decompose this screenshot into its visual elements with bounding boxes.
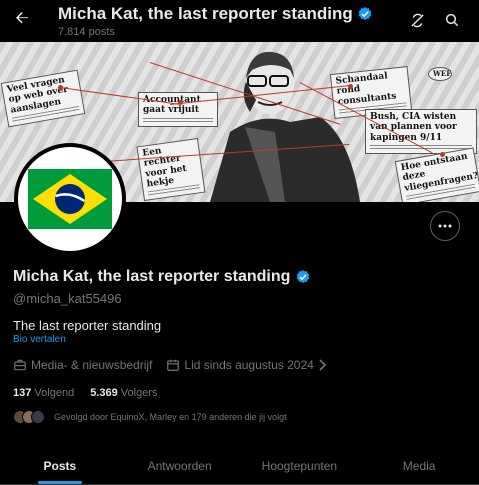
grok-icon xyxy=(410,13,424,27)
banner-pin xyxy=(58,85,63,90)
banner-clipping: Een rechter voor het hekje xyxy=(136,137,206,202)
profile-joined[interactable]: Lid sinds augustus 2024 xyxy=(166,358,327,372)
briefcase-icon xyxy=(14,359,26,371)
tab-replies[interactable]: Antwoorden xyxy=(120,447,240,484)
profile-name: Micha Kat, the last reporter standing xyxy=(13,268,311,286)
avatar-image xyxy=(18,147,122,251)
header-title: Micha Kat, the last reporter standing xyxy=(58,4,373,24)
banner-pin xyxy=(440,152,445,157)
profile-tabs: Posts Antwoorden Hoogtepunten Media xyxy=(0,447,479,485)
back-button[interactable] xyxy=(8,4,36,32)
verified-badge-icon xyxy=(358,7,372,21)
following-count: 137 xyxy=(13,387,32,399)
arrow-left-icon xyxy=(16,12,28,24)
clipping-text: Accountant gaat vrijuit xyxy=(143,95,201,116)
followers-link[interactable]: 5.369 Volgers xyxy=(90,387,157,399)
following-label: Volgend xyxy=(34,387,75,399)
more-options-button[interactable] xyxy=(430,211,460,241)
followers-count: 5.369 xyxy=(90,387,118,399)
tab-posts[interactable]: Posts xyxy=(0,447,120,484)
grok-button[interactable] xyxy=(405,8,429,32)
clipping-text: Een rechter voor het hekje xyxy=(141,146,188,190)
search-icon xyxy=(445,13,459,27)
brazil-flag-icon xyxy=(28,169,112,229)
profile-avatar[interactable] xyxy=(14,143,126,255)
profile-handle: @micha_kat55496 xyxy=(13,291,122,306)
tab-highlights[interactable]: Hoogtepunten xyxy=(240,447,360,484)
follow-stats: 137 Volgend 5.369 Volgers xyxy=(13,387,157,399)
verified-badge-icon[interactable] xyxy=(295,269,311,285)
banner-clipping: WEF xyxy=(428,67,452,82)
category-text: Media- & nieuwsbedrijf xyxy=(31,358,153,372)
joined-text: Lid sinds augustus 2024 xyxy=(184,358,314,372)
banner-pin xyxy=(348,84,353,89)
profile-meta: Media- & nieuwsbedrijf Lid sinds augustu… xyxy=(13,358,338,372)
calendar-icon xyxy=(167,359,180,371)
followed-by-text: Gevolgd door EquinoX, Marley en 179 ande… xyxy=(54,412,287,422)
banner-pin xyxy=(178,100,183,105)
posts-count: 7.814 posts xyxy=(58,26,115,38)
search-button[interactable] xyxy=(440,8,464,32)
follower-avatar xyxy=(31,410,45,424)
header-title-text: Micha Kat, the last reporter standing xyxy=(58,4,353,23)
following-link[interactable]: 137 Volgend xyxy=(13,387,74,399)
followed-by-row[interactable]: Gevolgd door EquinoX, Marley en 179 ande… xyxy=(13,410,287,424)
chevron-right-icon xyxy=(319,359,326,371)
profile-bio: The last reporter standing xyxy=(13,318,162,333)
clipping-text: WEF xyxy=(433,69,452,78)
translate-bio-link[interactable]: Bio vertalen xyxy=(13,334,66,345)
top-bar: Micha Kat, the last reporter standing 7.… xyxy=(0,0,479,42)
tab-media[interactable]: Media xyxy=(359,447,479,484)
more-horizontal-icon xyxy=(438,224,452,228)
followers-label: Volgers xyxy=(120,387,158,399)
profile-category: Media- & nieuwsbedrijf xyxy=(13,358,152,372)
profile-name-text: Micha Kat, the last reporter standing xyxy=(13,268,291,285)
